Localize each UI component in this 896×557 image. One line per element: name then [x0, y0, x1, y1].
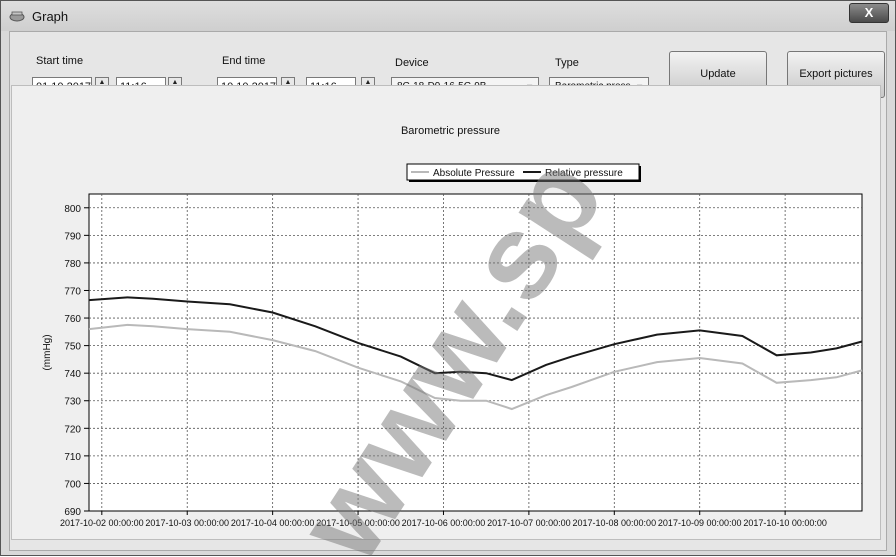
legend-label: Relative pressure	[545, 168, 623, 179]
legend-label: Absolute Pressure	[433, 168, 515, 179]
x-tick-label: 2017-10-04 00:00:00	[231, 518, 315, 528]
y-tick-label: 720	[64, 424, 81, 435]
app-icon	[9, 11, 25, 22]
y-tick-label: 750	[64, 342, 81, 353]
chart-title: Barometric pressure	[401, 125, 500, 137]
x-tick-label: 2017-10-07 00:00:00	[487, 518, 571, 528]
x-tick-label: 2017-10-05 00:00:00	[316, 518, 400, 528]
y-tick-label: 740	[64, 369, 81, 380]
device-label: Device	[395, 57, 429, 69]
y-tick-label: 710	[64, 452, 81, 463]
plot-area	[88, 193, 863, 512]
end-time-label: End time	[222, 55, 266, 67]
chart-panel: Barometric pressure 690 700 710 720 730 740 750…	[11, 85, 881, 540]
y-tick-label: 770	[64, 286, 81, 297]
graph-window: Graph X Start time 01.10.2017 ▲ ▼ 11:16 …	[0, 0, 896, 557]
title-bar[interactable]: Graph X	[1, 1, 895, 31]
x-tick-label: 2017-10-03 00:00:00	[145, 518, 229, 528]
y-tick-label: 700	[64, 479, 81, 490]
chart: Barometric pressure 690 700 710 720 730 740 750…	[42, 125, 863, 528]
y-tick-label: 730	[64, 397, 81, 408]
y-tick-label: 780	[64, 259, 81, 270]
x-tick-label: 2017-10-08 00:00:00	[573, 518, 657, 528]
x-tick-label: 2017-10-06 00:00:00	[402, 518, 486, 528]
y-tick-label: 760	[64, 314, 81, 325]
close-button[interactable]: X	[849, 3, 889, 23]
y-tick-label: 800	[64, 204, 81, 215]
start-time-label: Start time	[36, 55, 84, 67]
x-tick-label: 2017-10-09 00:00:00	[658, 518, 742, 528]
y-tick-label: 790	[64, 231, 81, 242]
x-tick-label: 2017-10-02 00:00:00	[60, 518, 144, 528]
y-axis-label: (mmHg)	[42, 334, 53, 370]
x-tick-label: 2017-10-10 00:00:00	[743, 518, 827, 528]
type-label: Type	[555, 57, 579, 69]
y-tick-label: 690	[64, 507, 81, 518]
window-title: Graph	[32, 9, 69, 24]
